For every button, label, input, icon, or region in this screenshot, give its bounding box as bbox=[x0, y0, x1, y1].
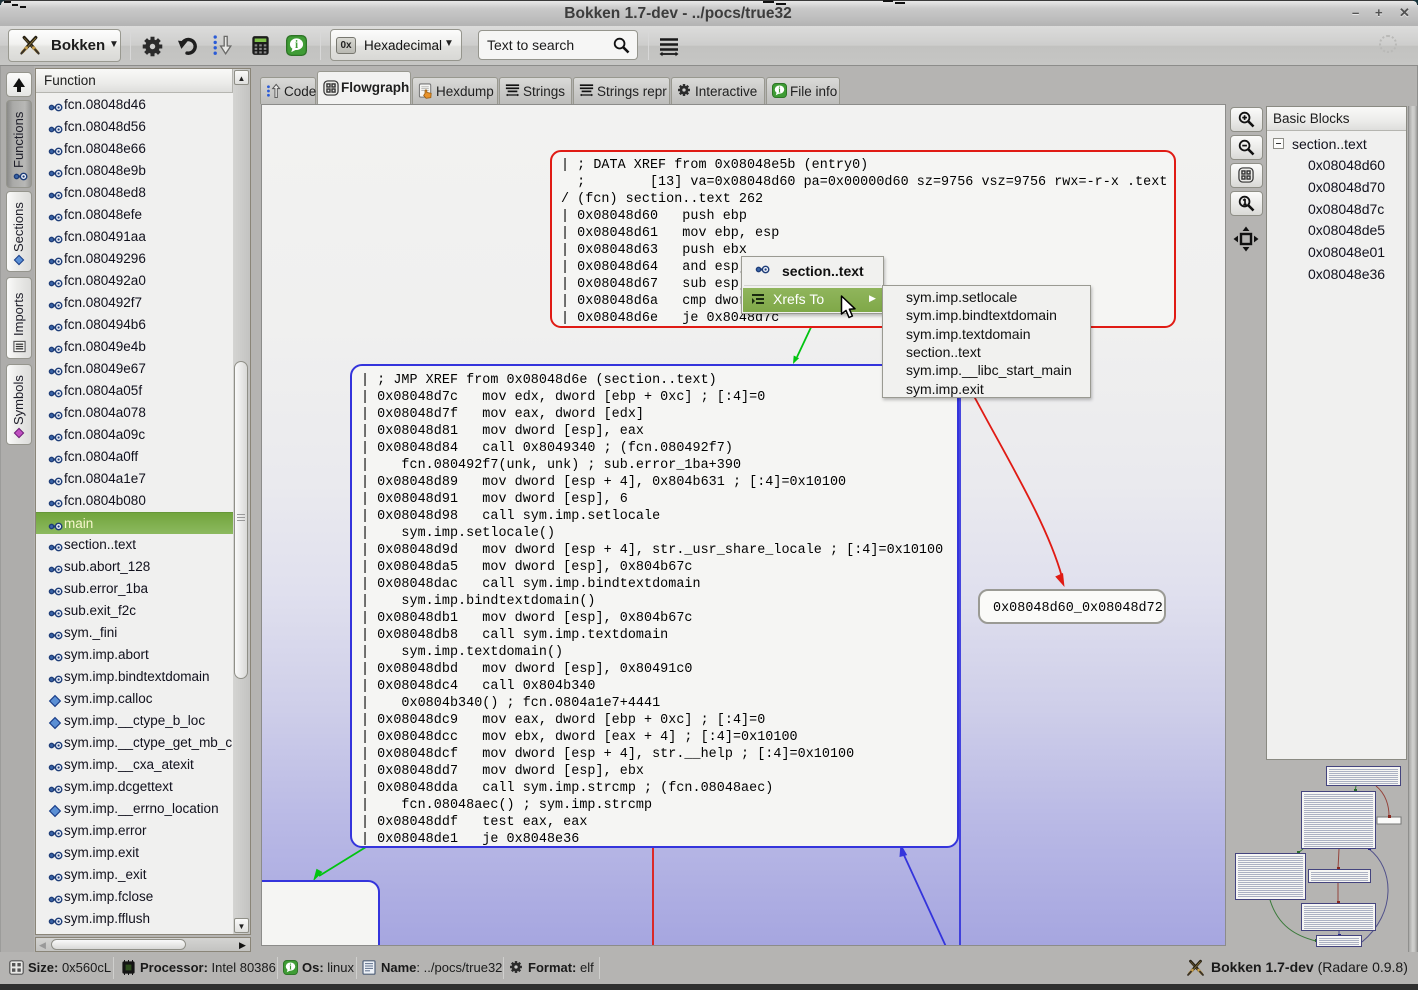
svg-text:i: i bbox=[295, 39, 298, 51]
